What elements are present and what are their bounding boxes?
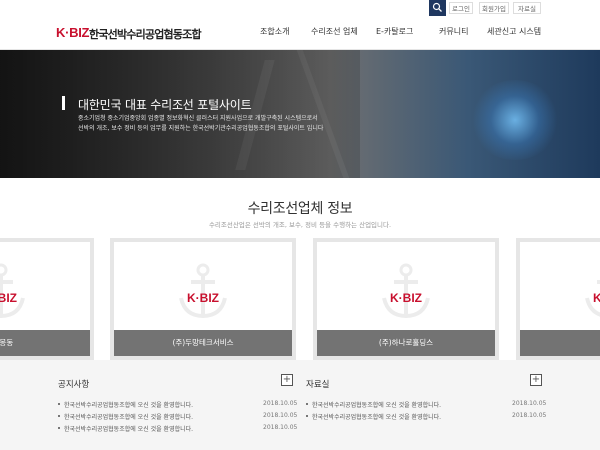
signup-link[interactable]: 회원가입 xyxy=(479,2,509,14)
bullet xyxy=(58,415,60,417)
notice-title: 공지사항 xyxy=(58,380,90,390)
archive-link[interactable]: 자료실 xyxy=(513,2,541,14)
anchor-icon xyxy=(382,263,430,319)
welding-glow xyxy=(470,80,560,160)
company-card[interactable]: K·BIZ (주)하나로홀딩스 xyxy=(313,238,499,360)
card-caption xyxy=(520,330,600,356)
card-logo: K·BIZ xyxy=(187,291,219,305)
bullet xyxy=(58,403,60,405)
anchor-icon xyxy=(179,263,227,319)
org-name: 한국선박수리공업협동조합 xyxy=(89,28,202,41)
company-card[interactable]: K·BIZ (주)두망테크서비스 xyxy=(110,238,296,360)
notice-list: 한국선박수리공업협동조합에 오신 것을 환영합니다. 2018.10.05 한국… xyxy=(58,398,298,434)
archive-title: 자료실 xyxy=(306,380,330,390)
list-item[interactable]: 한국선박수리공업협동조합에 오신 것을 환영합니다. 2018.10.05 xyxy=(306,410,547,422)
company-carousel: K·BIZ 티_몽동 K·BIZ (주)두망테크서비스 K·BIZ (주)하 xyxy=(0,238,600,360)
board-section: 공지사항 + 한국선박수리공업협동조합에 오신 것을 환영합니다. 2018.1… xyxy=(0,360,600,450)
kbiz-logo-text: K·BIZ xyxy=(56,25,90,40)
card-logo: K·BIZ xyxy=(390,291,422,305)
utility-bar: 로그인 회원가입 자료실 xyxy=(0,0,600,16)
notice-item-date: 2018.10.05 xyxy=(263,412,298,419)
main-header: K·BIZ 한국선박수리공업협동조합 조합소개 수리조선 업체 E-카탈로그 커… xyxy=(0,16,600,50)
list-item[interactable]: 한국선박수리공업협동조합에 오신 것을 환영합니다. 2018.10.05 xyxy=(58,398,298,410)
search-button[interactable] xyxy=(429,0,446,16)
hero-desc-line1: 중소기업청 중소기업중앙회 업종별 정보화혁신 클러스터 지원사업으로 개발구축… xyxy=(78,115,318,122)
bullet xyxy=(306,403,308,405)
archive-item-date: 2018.10.05 xyxy=(512,400,547,407)
nav-item-companies[interactable]: 수리조선 업체 xyxy=(311,26,358,37)
card-body: K·BIZ (주)하나로홀딩스 xyxy=(317,242,495,356)
section-subtitle: 수리조선산업은 선박의 개조, 보수, 정비 등을 수행하는 산업입니다. xyxy=(208,221,392,229)
card-body: K·BIZ (주)두망테크서비스 xyxy=(114,242,292,356)
notice-item-date: 2018.10.05 xyxy=(263,424,298,431)
archive-item-text: 한국선박수리공업협동조합에 오신 것을 환영합니다. xyxy=(312,414,442,421)
hero-banner: 대한민국 대표 수리조선 포털사이트 중소기업청 중소기업중앙회 업종별 정보화… xyxy=(0,50,600,178)
nav-item-customs[interactable]: 세관신고 시스템 xyxy=(487,26,541,37)
nav-item-community[interactable]: 커뮤니티 xyxy=(439,26,468,37)
archive-list: 한국선박수리공업협동조합에 오신 것을 환영합니다. 2018.10.05 한국… xyxy=(306,398,547,422)
hero-title-bar xyxy=(62,96,65,110)
archive-item-text: 한국선박수리공업협동조합에 오신 것을 환영합니다. xyxy=(312,402,442,409)
list-item[interactable]: 한국선박수리공업협동조합에 오신 것을 환영합니다. 2018.10.05 xyxy=(58,410,298,422)
notice-item-text: 한국선박수리공업협동조합에 오신 것을 환영합니다. xyxy=(64,426,194,433)
list-item[interactable]: 한국선박수리공업협동조합에 오신 것을 환영합니다. 2018.10.05 xyxy=(58,422,298,434)
site-logo[interactable]: K·BIZ 한국선박수리공업협동조합 xyxy=(56,25,202,41)
list-item[interactable]: 한국선박수리공업협동조합에 오신 것을 환영합니다. 2018.10.05 xyxy=(306,398,547,410)
card-body: K·BIZ xyxy=(520,242,600,356)
card-caption: (주)두망테크서비스 xyxy=(114,330,292,356)
notice-more-button[interactable]: + xyxy=(281,374,293,386)
company-card[interactable]: K·BIZ 티_몽동 xyxy=(0,238,94,360)
bullet xyxy=(58,427,60,429)
nav-item-catalog[interactable]: E-카탈로그 xyxy=(376,26,413,37)
notice-item-text: 한국선박수리공업협동조합에 오신 것을 환영합니다. xyxy=(64,402,194,409)
search-icon xyxy=(432,2,442,12)
notice-item-date: 2018.10.05 xyxy=(263,400,298,407)
card-logo: K·BIZ xyxy=(0,291,17,305)
nav-item-about[interactable]: 조합소개 xyxy=(260,26,289,37)
anchor-icon xyxy=(585,280,600,317)
card-body: K·BIZ 티_몽동 xyxy=(0,242,90,356)
archive-item-date: 2018.10.05 xyxy=(512,412,547,419)
notice-item-text: 한국선박수리공업협동조합에 오신 것을 환영합니다. xyxy=(64,414,194,421)
login-link[interactable]: 로그인 xyxy=(449,2,473,14)
bullet xyxy=(306,415,308,417)
hero-title: 대한민국 대표 수리조선 포털사이트 xyxy=(78,98,252,112)
company-card[interactable]: K·BIZ xyxy=(516,238,600,360)
hero-desc-line2: 선박의 개조, 보수 정비 등의 업무를 지원하는 한국선박기관수리공업협동조합… xyxy=(78,125,324,132)
anchor-icon xyxy=(0,263,25,319)
card-caption: 티_몽동 xyxy=(0,330,90,356)
section-title: 수리조선업체 정보 xyxy=(247,201,353,217)
archive-more-button[interactable]: + xyxy=(530,374,542,386)
card-logo: K·BIZ xyxy=(593,291,600,305)
card-caption: (주)하나로홀딩스 xyxy=(317,330,495,356)
